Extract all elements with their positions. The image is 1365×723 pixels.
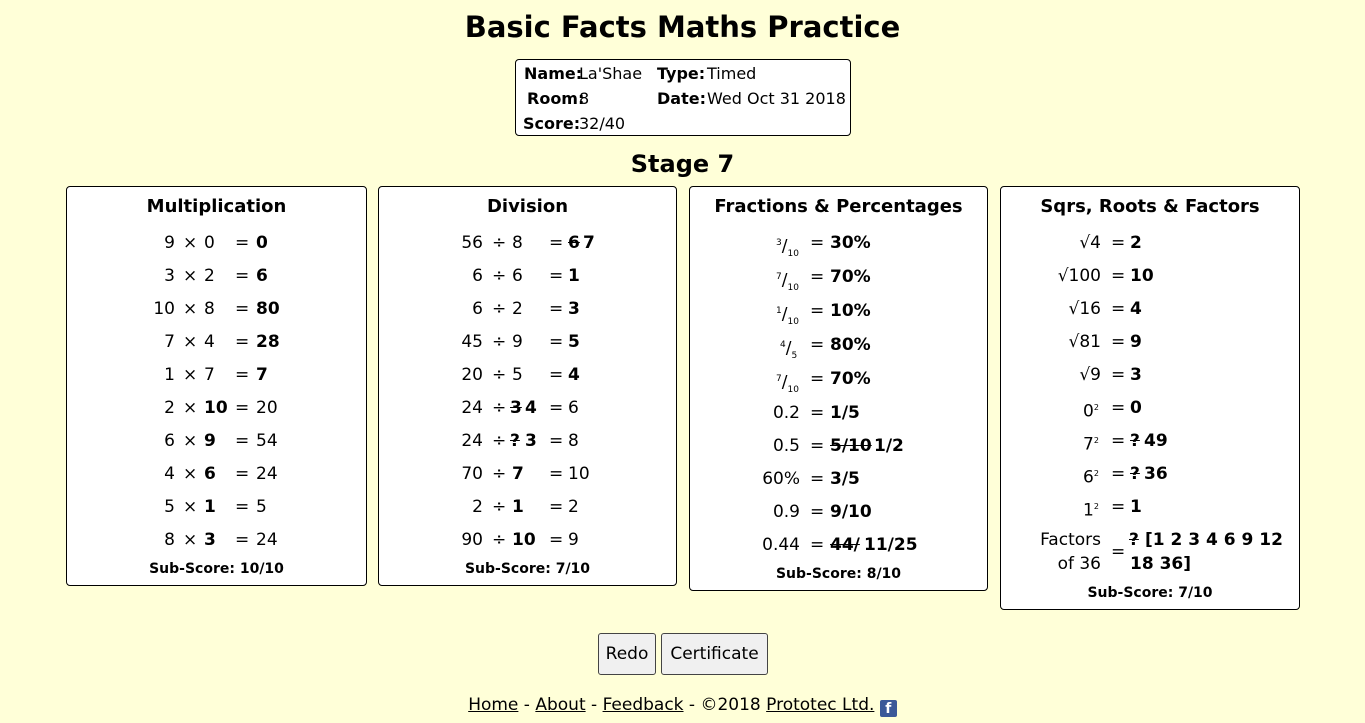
- question-row: 0.5 = 5/10 1/2: [772, 436, 904, 456]
- question-row: 5 × 1 = 5: [164, 497, 267, 517]
- question-row: √81 = 9: [1068, 332, 1142, 352]
- score-value: 32/40: [579, 114, 626, 133]
- student-info-box: Name: La'Shae Type: Timed Room: 8 Date: …: [515, 59, 851, 136]
- feedback-link[interactable]: Feedback: [603, 695, 684, 715]
- redo-button[interactable]: Redo: [598, 633, 656, 675]
- question-row: 90 ÷ 10 = 9: [461, 530, 579, 550]
- question-row: 8 × 3 = 24: [164, 530, 278, 550]
- date-value: Wed Oct 31 2018: [707, 89, 846, 108]
- question-row: 62 = ? 36: [1083, 464, 1168, 488]
- question-row: 24 ÷ 3 4 = 6: [461, 398, 579, 418]
- question-row: 7/10 = 70%: [776, 369, 871, 396]
- question-row: 72 = ? 49: [1083, 431, 1168, 455]
- question-row: 20 ÷ 5 = 4: [461, 365, 580, 385]
- score-label: Score:: [523, 114, 581, 133]
- question-row: 45 ÷ 9 = 5: [461, 332, 580, 352]
- question-row: 3 × 2 = 6: [164, 266, 268, 286]
- footer: Home - About - Feedback - ©2018 Prototec…: [0, 695, 1365, 717]
- home-link[interactable]: Home: [468, 695, 518, 715]
- sub-score: Sub-Score: 7/10: [464, 561, 591, 577]
- stage-heading: Stage 7: [630, 150, 735, 178]
- sub-score: Sub-Score: 8/10: [775, 566, 902, 582]
- question-row: 6 × 9 = 54: [164, 431, 278, 451]
- question-row: 2 × 10 = 20: [164, 398, 278, 418]
- facebook-icon[interactable]: f: [879, 700, 897, 717]
- sub-score: Sub-Score: 10/10: [149, 561, 284, 577]
- certificate-button[interactable]: Certificate: [661, 633, 768, 675]
- room-value: 8: [579, 89, 590, 108]
- sub-score: Sub-Score: 7/10: [1087, 585, 1213, 601]
- question-row: 7 × 4 = 28: [164, 332, 280, 352]
- question-row: √16 = 4: [1068, 299, 1142, 319]
- panel-title: Sqrs, Roots & Factors: [1040, 196, 1260, 217]
- date-label: Date:: [657, 89, 706, 108]
- question-row: 9 × 0 = 0: [164, 233, 268, 253]
- question-row: 24 ÷ ? 3 = 8: [461, 431, 579, 451]
- question-row: 02 = 0: [1083, 398, 1142, 422]
- panel-title: Fractions & Percentages: [714, 196, 963, 217]
- question-row: 7/10 = 70%: [776, 267, 871, 294]
- question-row: 10 × 8 = 80: [153, 299, 280, 319]
- question-row: 1 × 7 = 7: [164, 365, 268, 385]
- question-row: 6 ÷ 6 = 1: [472, 266, 580, 286]
- panel-title: Multiplication: [146, 196, 287, 217]
- question-row: 4 × 6 = 24: [164, 464, 278, 484]
- name-value: La'Shae: [579, 64, 643, 83]
- room-label: Room:: [527, 89, 585, 108]
- question-row: 3/10 = 30%: [776, 233, 871, 260]
- company-link[interactable]: Prototec Ltd.: [766, 695, 874, 715]
- question-row: √4 = 2: [1079, 233, 1142, 253]
- question-row: 0.44 = 44/ 11/25: [762, 535, 918, 555]
- squares-roots-panel: Sqrs, Roots & Factors √4 = 2 √100 = 10 √…: [1000, 186, 1300, 610]
- question-row: 56 ÷ 8 = 6 7: [461, 233, 595, 253]
- panel-title: Division: [486, 196, 569, 217]
- page-title: Basic Facts Maths Practice: [464, 10, 901, 44]
- factors-row: Factors of 36 = ? [1 2 3 4 6 9 12 18 36]: [1040, 530, 1283, 574]
- question-row: 12 = 1: [1083, 497, 1142, 521]
- question-row: 60% = 3/5: [762, 469, 860, 489]
- question-row: √9 = 3: [1079, 365, 1142, 385]
- question-row: 1/10 = 10%: [776, 301, 871, 328]
- division-panel: Division 56 ÷ 8 = 6 7 6 ÷ 6 = 1 6 ÷ 2 = …: [378, 186, 677, 586]
- question-row: 70 ÷ 7 = 10: [461, 464, 590, 484]
- question-row: 0.2 = 1/5: [772, 403, 860, 423]
- question-row: 0.9 = 9/10: [772, 502, 872, 522]
- multiplication-panel: Multiplication 9 × 0 = 0 3 × 2 = 6 10 × …: [66, 186, 367, 586]
- type-value: Timed: [707, 64, 757, 83]
- question-row: 2 ÷ 1 = 2: [472, 497, 579, 517]
- question-row: 4/5 = 80%: [780, 335, 871, 362]
- about-link[interactable]: About: [535, 695, 585, 715]
- type-label: Type:: [657, 64, 706, 83]
- question-row: 6 ÷ 2 = 3: [472, 299, 580, 319]
- fractions-panel: Fractions & Percentages 3/10 = 30% 7/10 …: [689, 186, 988, 591]
- question-row: √100 = 10: [1057, 266, 1154, 286]
- name-label: Name:: [524, 64, 583, 83]
